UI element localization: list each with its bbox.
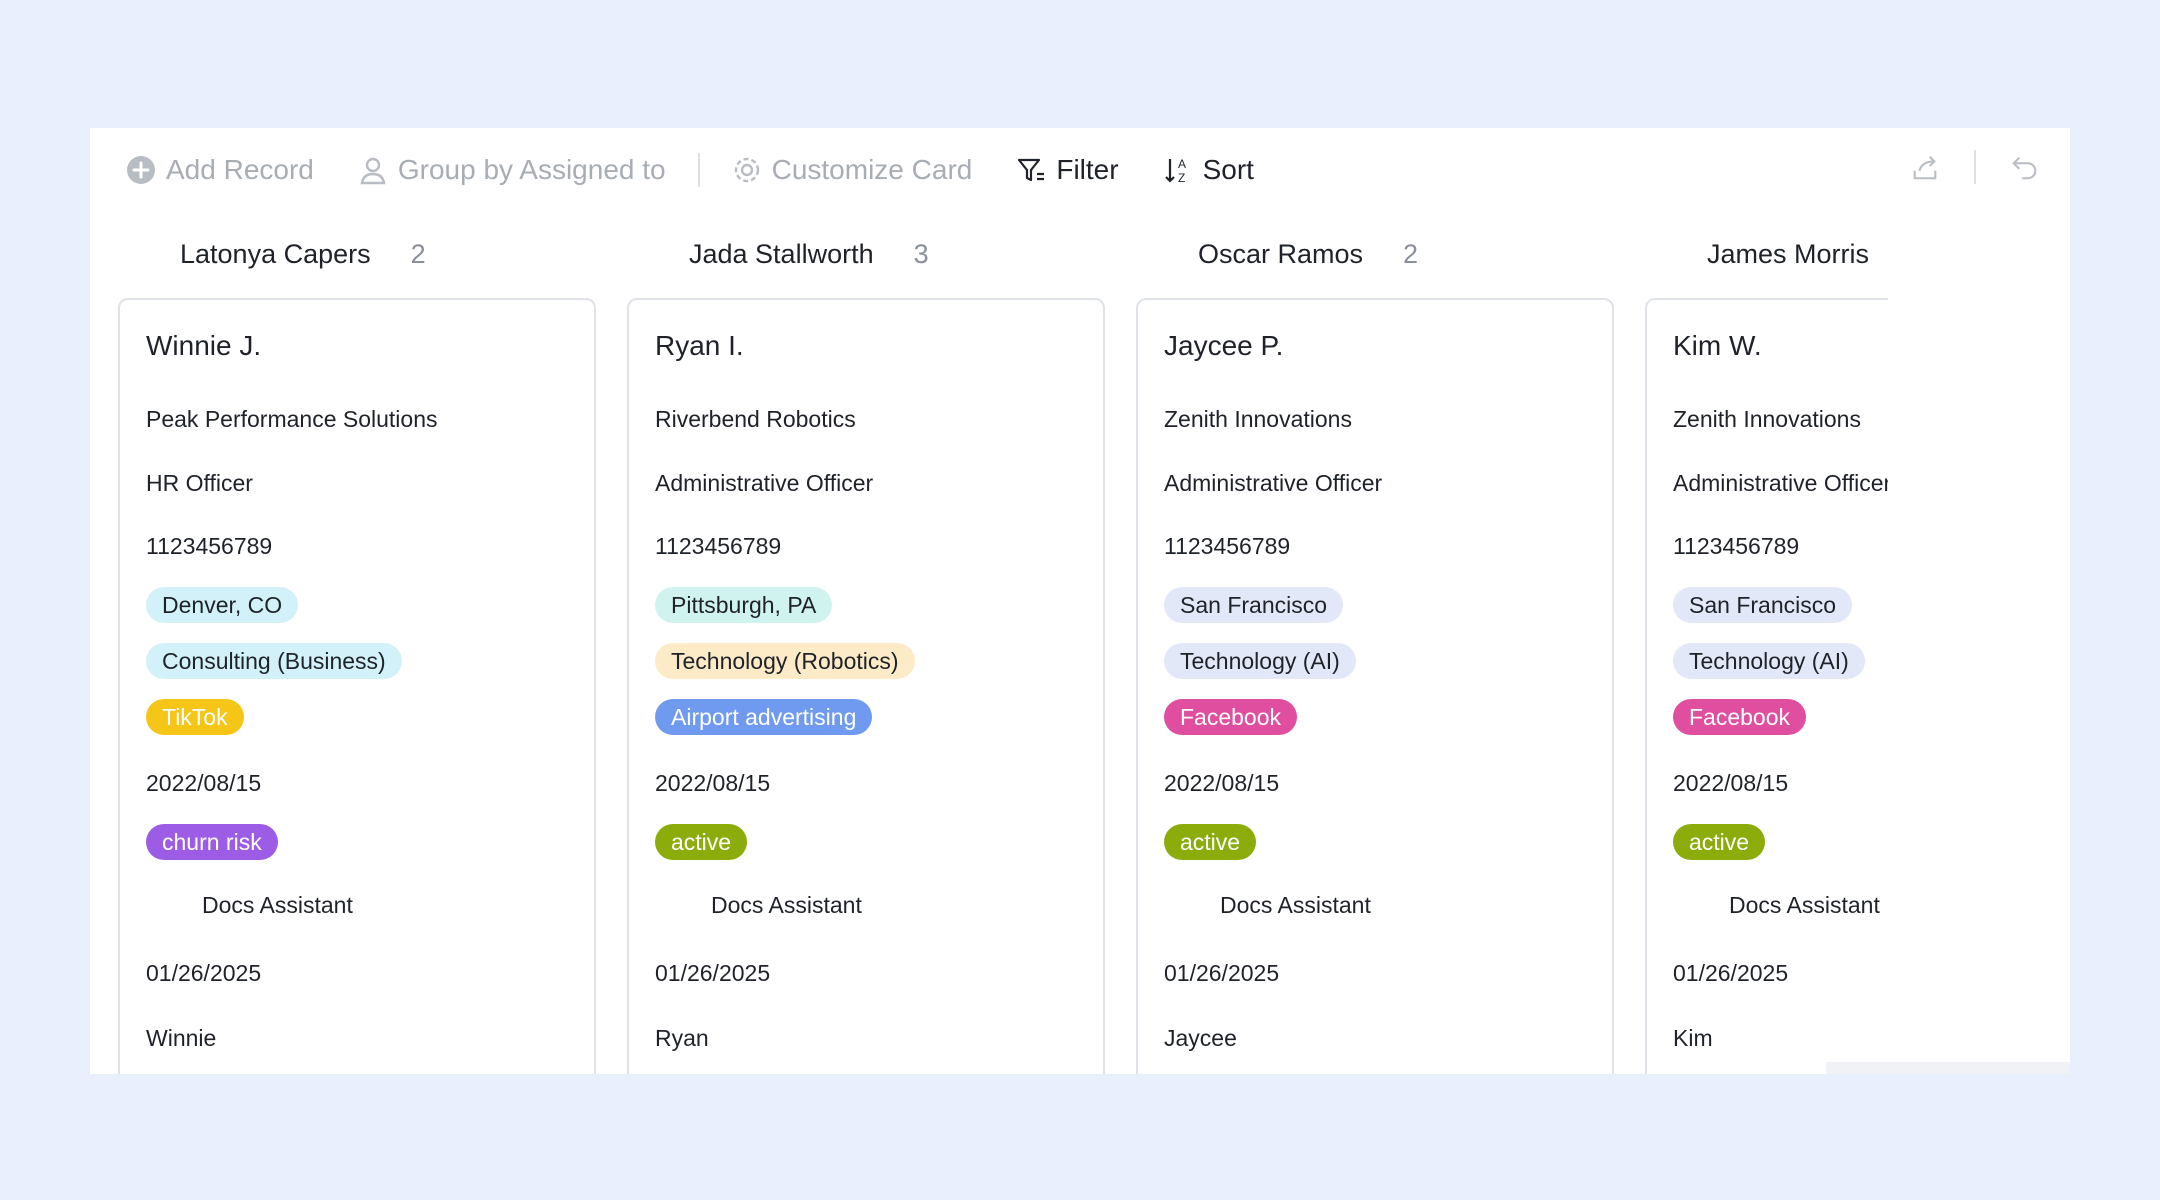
record-card[interactable]: Jaycee P. Zenith Innovations Administrat… [1136,298,1614,1074]
sort-icon: AZ [1163,155,1193,185]
card-date: 2022/08/15 [1164,770,1280,796]
card-date2: 01/26/2025 [1164,960,1280,986]
sort-button[interactable]: AZ Sort [1163,154,1254,186]
docs-assistant-label: Docs Assistant [1220,892,1371,918]
channel-tag: Facebook [1164,699,1298,735]
kanban-column: Latonya Capers 2 Winnie J. Peak Performa… [118,212,596,1074]
kanban-board: Latonya Capers 2 Winnie J. Peak Performa… [118,212,1978,1074]
channel-tag: Facebook [1673,699,1807,735]
card-first-name: Winnie [146,1025,217,1051]
filter-label: Filter [1056,154,1119,185]
card-first-name: Kim [1673,1025,1713,1051]
svg-text:Z: Z [1178,171,1185,185]
toolbar-right [1910,150,2040,184]
column-header[interactable]: Jada Stallworth 3 [627,212,1105,296]
industry-tag: Consulting (Business) [146,643,402,679]
record-card[interactable]: Kim W. Zenith Innovations Administrative… [1645,298,1888,1074]
card-date2: 01/26/2025 [146,960,262,986]
add-record-button[interactable]: Add Record [126,154,314,186]
location-tag: San Francisco [1164,587,1344,623]
card-date: 2022/08/15 [655,770,771,796]
filter-icon [1016,155,1046,185]
svg-text:A: A [1178,157,1186,171]
toolbar-right-divider [1974,150,1976,184]
card-company: Zenith Innovations [1164,406,1352,432]
column-header[interactable]: Oscar Ramos 2 [1136,212,1614,296]
toolbar: Add Record Group by Assigned to Customiz… [90,128,2070,212]
location-tag: Denver, CO [146,587,299,623]
card-title: Ryan I. [655,330,744,361]
card-role: Administrative Officer [1164,470,1383,496]
status-tag: churn risk [146,824,278,860]
gear-icon [732,155,762,185]
undo-icon[interactable] [2010,152,2040,182]
card-title: Winnie J. [146,330,262,361]
status-tag: active [1673,824,1766,860]
card-first-name: Jaycee [1164,1025,1237,1051]
card-phone: 1123456789 [146,533,273,559]
add-record-label: Add Record [166,154,314,185]
industry-tag: Technology (AI) [1673,643,1865,679]
filter-button[interactable]: Filter [1016,154,1119,186]
column-count: 2 [410,238,426,269]
industry-tag: Technology (AI) [1164,643,1356,679]
location-tag: Pittsburgh, PA [655,587,833,623]
card-role: HR Officer [146,470,253,496]
sort-label: Sort [1202,154,1254,185]
card-title: Kim W. [1673,330,1762,361]
card-first-name: Ryan [655,1025,709,1051]
column-count: 3 [913,238,929,269]
card-phone: 1123456789 [1164,533,1291,559]
card-phone: 1123456789 [1673,533,1800,559]
record-card[interactable]: Winnie J. Peak Performance Solutions HR … [118,298,596,1074]
column-assignee: James Morris [1707,238,1870,269]
customize-card-button[interactable]: Customize Card [732,154,973,186]
card-title: Jaycee P. [1164,330,1284,361]
docs-assistant-label: Docs Assistant [202,892,353,918]
column-count: 2 [1403,238,1419,269]
card-date2: 01/26/2025 [1673,960,1789,986]
person-icon [358,155,388,185]
toolbar-divider [697,153,700,187]
industry-tag: Technology (Robotics) [655,643,915,679]
column-header[interactable]: James Morris [1645,212,1888,296]
card-company: Peak Performance Solutions [146,406,438,432]
kanban-column: James Morris Kim W. Zenith Innovations A… [1645,212,1888,1074]
docs-assistant-label: Docs Assistant [711,892,862,918]
column-header[interactable]: Latonya Capers 2 [118,212,596,296]
record-card[interactable]: Ryan I. Riverbend Robotics Administrativ… [627,298,1105,1074]
card-date: 2022/08/15 [146,770,262,796]
location-tag: San Francisco [1673,587,1853,623]
plus-circle-icon [126,155,156,185]
docs-assistant-label: Docs Assistant [1729,892,1880,918]
group-by-button[interactable]: Group by Assigned to [358,154,666,186]
card-company: Riverbend Robotics [655,406,856,432]
column-assignee: Latonya Capers [180,238,371,269]
status-tag: active [1164,824,1257,860]
customize-card-label: Customize Card [771,154,973,185]
column-assignee: Oscar Ramos [1198,238,1364,269]
card-phone: 1123456789 [655,533,782,559]
horizontal-scrollbar[interactable] [1826,1062,2070,1074]
channel-tag: TikTok [146,699,244,735]
share-icon[interactable] [1910,152,1940,182]
kanban-column: Oscar Ramos 2 Jaycee P. Zenith Innovatio… [1136,212,1614,1074]
card-role: Administrative Officer [655,470,874,496]
card-date2: 01/26/2025 [655,960,771,986]
group-by-label: Group by Assigned to [397,154,666,185]
column-assignee: Jada Stallworth [689,238,874,269]
channel-tag: Airport advertising [655,699,873,735]
card-date: 2022/08/15 [1673,770,1789,796]
kanban-column: Jada Stallworth 3 Ryan I. Riverbend Robo… [627,212,1105,1074]
kanban-panel: Add Record Group by Assigned to Customiz… [90,128,2070,1074]
status-tag: active [655,824,748,860]
card-role: Administrative Officer [1673,470,1888,496]
card-company: Zenith Innovations [1673,406,1861,432]
